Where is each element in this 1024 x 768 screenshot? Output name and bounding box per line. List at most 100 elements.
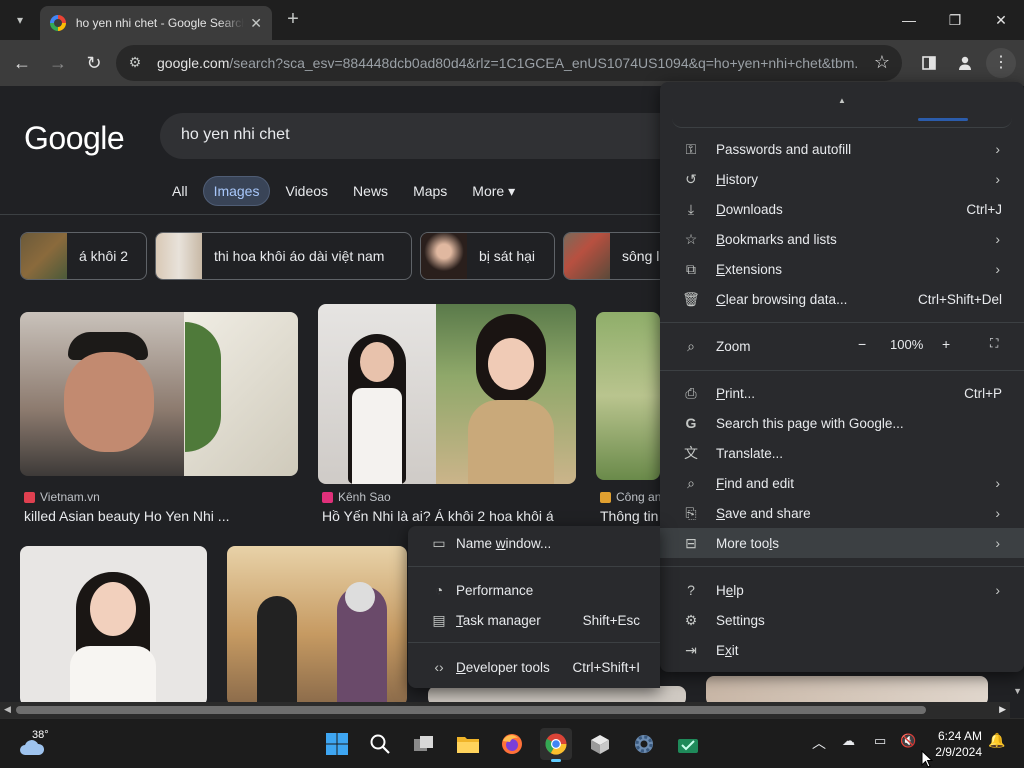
horizontal-scrollbar[interactable]: ◀ ▶ bbox=[0, 702, 1010, 718]
menu-extensions[interactable]: ⧉ Extensions › bbox=[660, 254, 1024, 284]
menu-passwords-autofill[interactable]: ⚿ Passwords and autofill › bbox=[660, 134, 1024, 164]
new-tab-button[interactable]: + bbox=[282, 8, 304, 30]
firefox-button[interactable] bbox=[496, 728, 528, 760]
result-source[interactable]: Kênh Sao bbox=[322, 490, 391, 504]
network-offline-icon[interactable]: ☁ bbox=[842, 733, 855, 749]
profile-button[interactable] bbox=[950, 48, 980, 78]
close-window-button[interactable]: ✕ bbox=[978, 0, 1024, 40]
image-result[interactable] bbox=[20, 546, 207, 702]
taskbar-search-button[interactable] bbox=[364, 728, 396, 760]
result-title[interactable]: killed Asian beauty Ho Yen Nhi ... bbox=[24, 508, 294, 524]
bell-icon[interactable]: 🔔 bbox=[988, 732, 1005, 749]
forward-button[interactable]: → bbox=[42, 47, 74, 79]
chip-thumbnail bbox=[21, 233, 67, 279]
url-text[interactable]: google.com/search?sca_esv=884448dcb0ad80… bbox=[157, 55, 857, 71]
chevron-right-icon: › bbox=[995, 141, 1000, 157]
chrome-taskbar-button[interactable] bbox=[540, 728, 572, 762]
menu-clear-browsing-data[interactable]: 🗑 Clear browsing data... Ctrl+Shift+Del bbox=[660, 284, 1024, 314]
image-result[interactable] bbox=[227, 546, 407, 702]
menu-save-share[interactable]: ⎘ Save and share › bbox=[660, 498, 1024, 528]
image-result[interactable] bbox=[20, 312, 298, 476]
search-query: ho yen nhi chet bbox=[181, 126, 290, 143]
chevron-up-icon[interactable]: ︿ bbox=[812, 733, 826, 753]
active-tab[interactable]: ho yen nhi chet - Google Search ✕ bbox=[40, 6, 272, 40]
menu-help[interactable]: ? Help › bbox=[660, 575, 1024, 605]
result-source[interactable]: Vietnam.vn bbox=[24, 490, 100, 504]
menu-bookmarks-lists[interactable]: ☆ Bookmarks and lists › bbox=[660, 224, 1024, 254]
weather-widget[interactable]: 38° bbox=[18, 729, 58, 759]
chevron-right-icon: › bbox=[995, 505, 1000, 521]
tab-close-icon[interactable]: ✕ bbox=[250, 15, 262, 32]
image-result[interactable] bbox=[318, 304, 576, 484]
zoom-in-button[interactable]: + bbox=[942, 336, 950, 352]
result-source[interactable]: Công an bbox=[600, 490, 661, 504]
speaker-muted-icon[interactable]: 🔇 bbox=[900, 733, 916, 749]
menu-label: Downloads bbox=[716, 201, 783, 217]
image-result[interactable] bbox=[706, 676, 988, 702]
result-title[interactable]: Hồ Yến Nhi là ai? Á khôi 2 hoa khôi á bbox=[322, 508, 562, 524]
address-bar[interactable]: ⚙ google.com/search?sca_esv=884448dcb0ad… bbox=[116, 45, 902, 81]
chrome-menu-button[interactable]: ⋮ bbox=[986, 48, 1016, 78]
related-chip[interactable]: bị sát hại bbox=[420, 232, 555, 280]
chip-thumbnail bbox=[564, 233, 610, 279]
search-input[interactable]: ho yen nhi chet bbox=[160, 113, 700, 159]
restore-button[interactable]: ❐ bbox=[932, 0, 978, 40]
tab-more[interactable]: More ▾ bbox=[462, 177, 525, 206]
package-app-button[interactable] bbox=[584, 728, 616, 760]
related-chip[interactable]: á khôi 2 bbox=[20, 232, 147, 280]
menu-settings[interactable]: ⚙ Settings bbox=[660, 605, 1024, 635]
scroll-left-icon[interactable]: ◀ bbox=[4, 704, 11, 715]
scroll-up-icon[interactable]: ▲ bbox=[838, 96, 846, 105]
start-button[interactable] bbox=[321, 728, 353, 760]
url-path: /search?sca_esv=884448dcb0ad80d4&rlz=1C1… bbox=[229, 55, 857, 71]
store-app-button[interactable] bbox=[672, 728, 704, 760]
scroll-right-icon[interactable]: ▶ bbox=[999, 704, 1006, 715]
tab-images[interactable]: Images bbox=[202, 176, 271, 206]
task-view-button[interactable] bbox=[408, 728, 440, 760]
menu-print[interactable]: ⎙ Print... Ctrl+P bbox=[660, 378, 1024, 408]
menu-search-with-google[interactable]: G Search this page with Google... bbox=[660, 408, 1024, 438]
submenu-name-window[interactable]: ▭ Name window... bbox=[408, 528, 660, 558]
zoom-out-button[interactable]: − bbox=[858, 336, 866, 352]
related-chip[interactable]: thi hoa khôi áo dài việt nam bbox=[155, 232, 412, 280]
tune-icon[interactable]: ⚙ bbox=[126, 54, 144, 72]
menu-shortcut: Ctrl+Shift+Del bbox=[917, 291, 1002, 307]
reload-button[interactable]: ↻ bbox=[78, 47, 110, 79]
file-explorer-button[interactable] bbox=[452, 728, 484, 760]
tab-maps[interactable]: Maps bbox=[403, 177, 457, 205]
trash-icon: 🗑 bbox=[682, 290, 700, 307]
close-icon: ✕ bbox=[995, 11, 1007, 28]
tab-videos[interactable]: Videos bbox=[275, 177, 338, 205]
submenu-developer-tools[interactable]: ‹› Developer tools Ctrl+Shift+I bbox=[408, 652, 660, 682]
menu-translate[interactable]: 文 Translate... bbox=[660, 438, 1024, 468]
menu-exit[interactable]: ⇥ Exit bbox=[660, 635, 1024, 665]
tab-list-button[interactable]: ▾ bbox=[8, 8, 32, 32]
back-button[interactable]: ← bbox=[6, 47, 38, 79]
related-chip[interactable]: sông l bbox=[563, 232, 673, 280]
settings-app-button[interactable] bbox=[628, 728, 660, 760]
submenu-task-manager[interactable]: ▤ Task manager Shift+Esc bbox=[408, 605, 660, 635]
google-logo[interactable]: Google bbox=[24, 120, 125, 157]
tab-all[interactable]: All bbox=[162, 177, 198, 205]
image-result[interactable] bbox=[596, 312, 660, 480]
reload-icon: ↻ bbox=[86, 52, 102, 73]
display-icon[interactable]: ▭ bbox=[874, 733, 886, 749]
scroll-down-icon[interactable]: ▼ bbox=[1013, 686, 1022, 696]
tab-news[interactable]: News bbox=[343, 177, 398, 205]
menu-history[interactable]: ↺ History › bbox=[660, 164, 1024, 194]
star-icon[interactable]: ☆ bbox=[874, 52, 890, 73]
menu-divider bbox=[660, 370, 1024, 371]
fullscreen-icon[interactable]: ⛶ bbox=[990, 336, 998, 351]
submenu-performance[interactable]: ◔ Performance bbox=[408, 575, 660, 605]
menu-more-tools[interactable]: ⊟ More tools › bbox=[660, 528, 1024, 558]
menu-label: Passwords and autofill bbox=[716, 141, 852, 157]
image-result[interactable] bbox=[428, 686, 686, 702]
menu-downloads[interactable]: ⤓ Downloads Ctrl+J bbox=[660, 194, 1024, 224]
minimize-button[interactable]: — bbox=[886, 0, 932, 40]
result-title[interactable]: Thông tin bbox=[600, 508, 660, 524]
side-panel-button[interactable] bbox=[914, 48, 944, 78]
menu-find-edit[interactable]: ⌕ Find and edit › bbox=[660, 468, 1024, 498]
system-clock[interactable]: 6:24 AM 2/9/2024 bbox=[928, 728, 982, 760]
scrollbar-thumb[interactable] bbox=[16, 706, 926, 714]
more-tools-submenu: ▭ Name window... ◔ Performance ▤ Task ma… bbox=[408, 526, 660, 688]
